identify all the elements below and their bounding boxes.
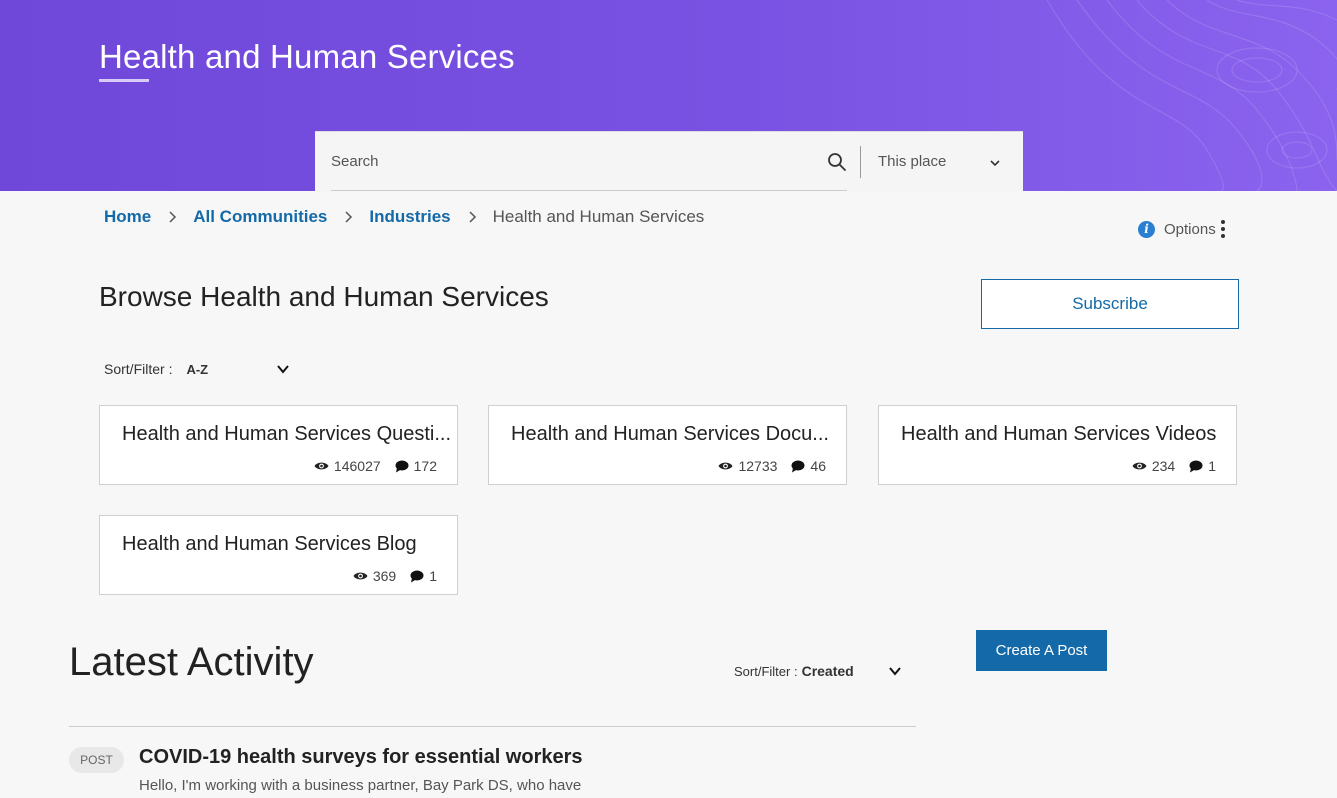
views-count: 12733 bbox=[738, 458, 778, 474]
breadcrumb-industries[interactable]: Industries bbox=[369, 207, 450, 227]
search-underline bbox=[331, 190, 847, 191]
post-title-link[interactable]: COVID-19 health surveys for essential wo… bbox=[139, 746, 583, 769]
divider bbox=[69, 726, 916, 727]
search-separator bbox=[860, 146, 861, 178]
board-card-title[interactable]: Health and Human Services Questi... bbox=[122, 423, 455, 446]
search-icon[interactable] bbox=[827, 152, 847, 172]
hero-banner: Health and Human Services Search This pl… bbox=[0, 0, 1337, 191]
search-bar: Search This place bbox=[315, 131, 1023, 191]
search-scope-select[interactable]: This place bbox=[878, 153, 946, 170]
eye-icon bbox=[314, 462, 329, 470]
comment-icon bbox=[395, 460, 409, 472]
sort-filter-value[interactable]: A-Z bbox=[186, 362, 276, 377]
eye-icon bbox=[718, 462, 733, 470]
sort-filter-label: Sort/Filter : bbox=[734, 663, 798, 679]
latest-activity-title: Latest Activity bbox=[69, 640, 314, 684]
board-card-title[interactable]: Health and Human Services Docu... bbox=[511, 423, 844, 446]
browse-sort-filter[interactable]: Sort/Filter : A-Z bbox=[104, 361, 290, 377]
chevron-right-icon bbox=[345, 211, 353, 223]
eye-icon bbox=[353, 572, 368, 580]
replies-count: 172 bbox=[413, 458, 437, 474]
create-post-button[interactable]: Create A Post bbox=[976, 630, 1107, 671]
board-card-documents[interactable]: Health and Human Services Docu... 12733 … bbox=[488, 405, 847, 485]
chevron-right-icon bbox=[469, 211, 476, 223]
info-icon[interactable]: i bbox=[1138, 220, 1155, 238]
breadcrumb-home[interactable]: Home bbox=[104, 207, 151, 227]
board-card-stats: 146027 172 bbox=[314, 458, 437, 474]
options-label[interactable]: Options bbox=[1164, 221, 1216, 238]
breadcrumb-all-communities[interactable]: All Communities bbox=[193, 207, 327, 227]
replies-count: 1 bbox=[429, 568, 437, 584]
replies-count: 46 bbox=[810, 458, 826, 474]
sort-filter-value[interactable]: Created bbox=[802, 663, 888, 679]
comment-icon bbox=[1189, 460, 1203, 472]
sort-filter-label: Sort/Filter : bbox=[104, 361, 173, 377]
breadcrumb: Home All Communities Industries Health a… bbox=[104, 207, 704, 227]
breadcrumb-current: Health and Human Services bbox=[492, 207, 705, 226]
views-count: 146027 bbox=[333, 458, 381, 474]
chevron-right-icon bbox=[169, 211, 177, 223]
browse-title: Browse Health and Human Services bbox=[99, 281, 549, 312]
post-type-badge: POST bbox=[69, 747, 124, 773]
options-menu[interactable]: i Options bbox=[1138, 220, 1225, 238]
board-card-title[interactable]: Health and Human Services Videos bbox=[901, 423, 1234, 446]
comment-icon bbox=[791, 460, 805, 472]
board-card-videos[interactable]: Health and Human Services Videos 234 1 bbox=[878, 405, 1237, 485]
kebab-icon[interactable] bbox=[1220, 220, 1225, 238]
eye-icon bbox=[1132, 462, 1147, 470]
page-title: Health and Human Services bbox=[99, 38, 515, 75]
latest-sort-filter[interactable]: Sort/Filter : Created bbox=[734, 663, 902, 679]
comment-icon bbox=[410, 570, 424, 582]
board-card-stats: 12733 46 bbox=[718, 458, 826, 474]
chevron-down-icon[interactable] bbox=[888, 664, 902, 678]
board-card-questions[interactable]: Health and Human Services Questi... 1460… bbox=[99, 405, 458, 485]
views-count: 369 bbox=[372, 568, 397, 584]
board-card-stats: 234 1 bbox=[1132, 458, 1216, 474]
board-card-title[interactable]: Health and Human Services Blog bbox=[122, 533, 455, 556]
board-card-stats: 369 1 bbox=[353, 568, 437, 584]
replies-count: 1 bbox=[1208, 458, 1216, 474]
search-input[interactable]: Search bbox=[331, 153, 379, 170]
chevron-down-icon[interactable] bbox=[276, 362, 290, 376]
views-count: 234 bbox=[1151, 458, 1176, 474]
title-underline bbox=[99, 79, 149, 82]
chevron-down-icon[interactable] bbox=[988, 156, 1002, 170]
subscribe-button[interactable]: Subscribe bbox=[981, 279, 1239, 329]
post-snippet: Hello, I'm working with a business partn… bbox=[139, 777, 582, 794]
board-card-blog[interactable]: Health and Human Services Blog 369 1 bbox=[99, 515, 458, 595]
